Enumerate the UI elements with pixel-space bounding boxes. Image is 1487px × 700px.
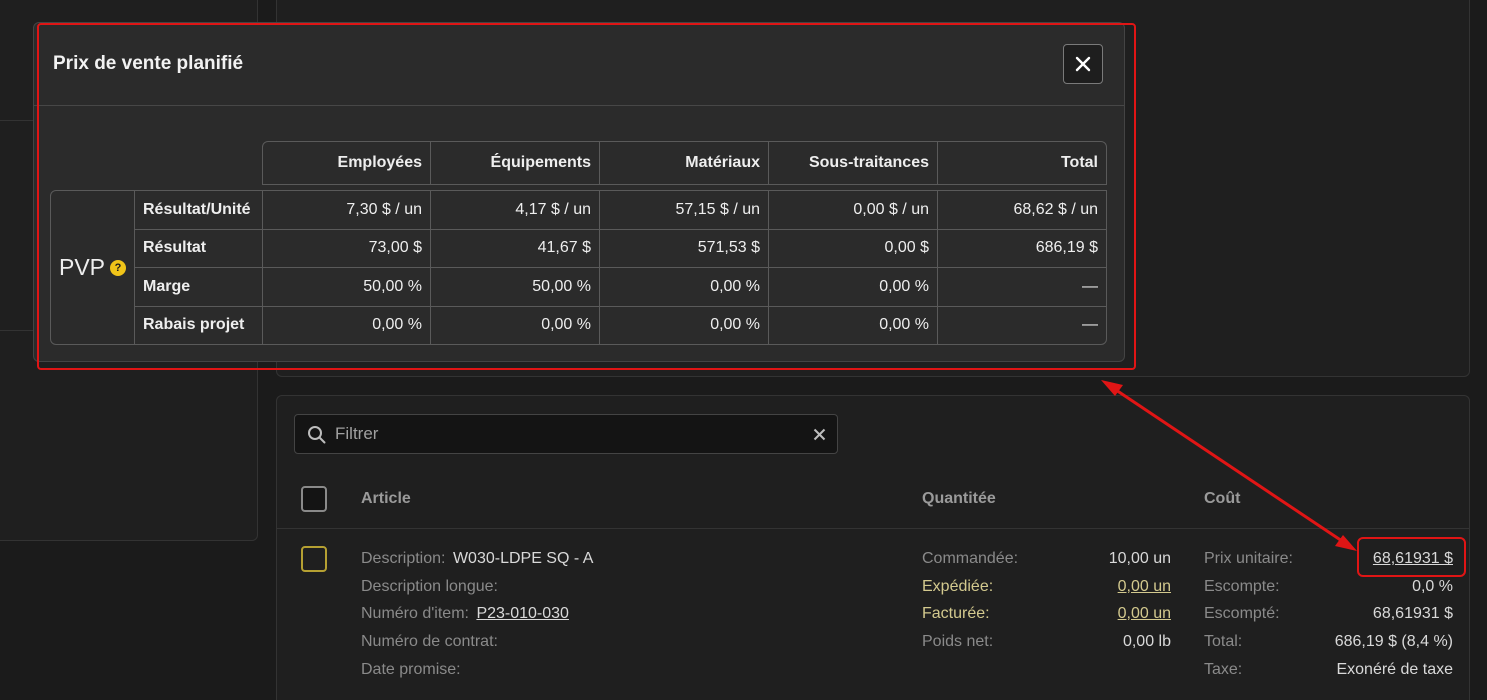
annotation-unit-price-highlight xyxy=(1357,537,1466,577)
unit-price-label: Prix unitaire: xyxy=(1204,550,1293,567)
shipped-link[interactable]: 0,00 un xyxy=(1050,578,1171,596)
discount-value: 0,0 % xyxy=(1412,578,1453,595)
description-value: W030-LDPE SQ - A xyxy=(452,550,594,567)
ordered-label: Commandée: xyxy=(922,550,1019,567)
discount-label: Escompte: xyxy=(1204,578,1280,595)
item-number-label: Numéro d'item: P23-010-030 xyxy=(361,605,569,622)
description-label: Description: W030-LDPE SQ - A xyxy=(361,550,594,567)
header-article[interactable]: Article xyxy=(361,490,411,508)
header-quantity[interactable]: Quantitée xyxy=(922,490,996,508)
long-description-label: Description longue: xyxy=(361,578,498,595)
billed-link[interactable]: 0,00 un xyxy=(1050,605,1171,623)
header-cost[interactable]: Coût xyxy=(1204,490,1240,508)
annotation-modal-highlight xyxy=(37,23,1136,370)
billed-label: Facturée: xyxy=(922,605,990,622)
promised-date-label: Date promise: xyxy=(361,661,461,678)
discounted-value: 68,61931 $ xyxy=(1372,605,1453,622)
filter-input[interactable] xyxy=(335,415,795,453)
tax-label: Taxe: xyxy=(1204,661,1243,678)
item-number-link[interactable]: P23-010-030 xyxy=(476,605,569,622)
select-all-checkbox[interactable] xyxy=(301,486,327,512)
total-value: 686,19 $ (8,4 %) xyxy=(1334,633,1453,650)
item-row-checkbox[interactable] xyxy=(301,546,327,572)
filter-box xyxy=(294,414,838,454)
contract-label: Numéro de contrat: xyxy=(361,633,498,650)
net-weight-value: 0,00 lb xyxy=(1122,633,1171,650)
total-label: Total: xyxy=(1204,633,1243,650)
tax-value: Exonéré de taxe xyxy=(1336,661,1453,678)
ordered-value: 10,00 un xyxy=(1108,550,1171,567)
items-header-divider xyxy=(277,528,1469,529)
search-icon xyxy=(308,426,326,444)
clear-filter-icon[interactable] xyxy=(813,428,826,441)
discounted-label: Escompté: xyxy=(1204,605,1280,622)
net-weight-label: Poids net: xyxy=(922,633,994,650)
shipped-label: Expédiée: xyxy=(922,578,994,595)
